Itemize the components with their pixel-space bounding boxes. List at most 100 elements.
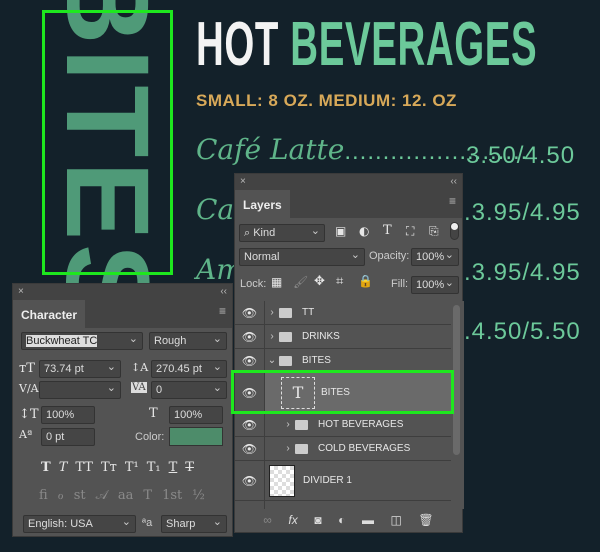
filter-kind-select[interactable]: ⌕ Kind [239, 224, 325, 242]
swash-button[interactable]: 𝒜 [96, 488, 108, 503]
chevron-right-icon[interactable]: › [265, 307, 279, 318]
eye-icon[interactable]: 👁 [235, 461, 265, 500]
language-select[interactable]: English: USA [23, 515, 136, 533]
filter-type-icon[interactable]: T [383, 223, 392, 238]
vertical-scale-field[interactable]: 100% [41, 406, 95, 424]
chevron-right-icon[interactable]: › [281, 443, 295, 454]
layer-row[interactable]: 👁 DIVIDER 1 [235, 461, 451, 501]
menu-title: HOT BEVERAGES [196, 14, 537, 76]
fill-field[interactable]: 100% [411, 276, 459, 294]
eye-icon[interactable]: 👁 [235, 413, 265, 436]
old-style-button[interactable]: ℴ [58, 488, 64, 503]
filter-smart-object-icon[interactable]: ⎘ [429, 224, 439, 239]
adjustment-icon[interactable]: ◐ [338, 513, 345, 527]
superscript-button[interactable]: T¹ [125, 460, 139, 475]
scrollbar[interactable] [453, 305, 460, 455]
filter-adjustment-icon[interactable]: ◐ [359, 224, 369, 238]
close-button[interactable]: × [240, 176, 246, 187]
character-panel: × ‹‹ Character ≡ Buckwheat TC Rough ᴛT 73.… [12, 283, 233, 537]
chevron-right-icon[interactable]: › [265, 331, 279, 342]
collapse-button[interactable]: ‹‹ [220, 286, 227, 297]
underline-button[interactable]: T [169, 460, 178, 475]
menu-item-price: 3.50/4.50 [466, 142, 576, 169]
leading-field[interactable]: 270.45 pt [151, 360, 227, 378]
lock-all-icon[interactable]: 🔒 [358, 274, 373, 288]
panel-menu-icon[interactable]: ≡ [213, 304, 232, 328]
layer-row[interactable]: 👁 › HOT BEVERAGES [235, 413, 451, 437]
baseline-shift-field[interactable]: 0 pt [41, 428, 95, 446]
eye-icon[interactable]: 👁 [235, 325, 265, 348]
antialias-select[interactable]: Sharp [161, 515, 227, 533]
strikethrough-button[interactable]: T [185, 460, 194, 475]
tracking-icon: VA [131, 382, 147, 393]
discretionary-ligatures-button[interactable]: st [74, 488, 86, 503]
layer-row[interactable]: 👁 › TT [235, 301, 451, 325]
mask-icon[interactable]: ◙ [314, 513, 321, 527]
folder-icon[interactable]: ▬ [362, 513, 374, 527]
faux-italic-button[interactable]: T [59, 460, 68, 475]
horizontal-scale-icon: T [149, 406, 158, 421]
filter-shape-icon[interactable]: ⛶ [406, 224, 414, 239]
layer-row[interactable] [235, 501, 451, 509]
titling-button[interactable]: T [143, 488, 152, 503]
trash-icon[interactable]: 🗑 [418, 513, 433, 527]
layer-row[interactable]: 👁 › COLD BEVERAGES [235, 437, 451, 461]
lock-image-icon[interactable]: 🖌 [293, 275, 308, 289]
eye-icon[interactable]: 👁 [235, 301, 265, 324]
collapse-button[interactable]: ‹‹ [450, 176, 457, 187]
kerning-field[interactable] [39, 381, 121, 399]
tracking-field[interactable]: 0 [151, 381, 227, 399]
menu-item-name: Ca [196, 193, 235, 226]
fx-icon[interactable]: fx [288, 513, 297, 527]
search-icon: ⌕ [244, 227, 254, 239]
panel-menu-icon[interactable]: ≡ [443, 194, 462, 218]
tab-character[interactable]: Character [13, 300, 86, 328]
antialias-icon: ªa [142, 517, 153, 529]
blend-mode-select[interactable]: Normal [239, 248, 365, 266]
eye-icon[interactable]: 👁 [235, 349, 265, 372]
title-hot: HOT [196, 10, 280, 79]
horizontal-scale-field[interactable]: 100% [169, 406, 223, 424]
font-size-icon: ᴛT [19, 361, 35, 376]
opentype-buttons: fi ℴ st 𝒜 aa T 1st ½ [39, 488, 205, 503]
layer-row[interactable]: 👁 › DRINKS [235, 325, 451, 349]
font-family-select[interactable]: Buckwheat TC [21, 332, 143, 350]
lock-transparent-icon[interactable]: ▦ [271, 275, 282, 289]
small-caps-button[interactable]: Tт [101, 460, 117, 475]
subscript-button[interactable]: T₁ [147, 460, 161, 475]
faux-bold-button[interactable]: T [41, 460, 51, 475]
new-layer-icon[interactable]: ◫ [391, 513, 402, 527]
filter-pixel-icon[interactable]: ▣ [335, 224, 346, 238]
chevron-right-icon[interactable]: › [281, 419, 295, 430]
menu-item-price: .3.95/4.95 [464, 199, 581, 226]
vertical-scale-icon: ↕T [19, 407, 39, 422]
folder-icon [295, 419, 308, 430]
font-style-select[interactable]: Rough [149, 332, 227, 350]
layers-panel: × ‹‹ Layers ≡ ⌕ Kind ▣ ◐ T ⛶ ⎘ Normal Opac… [234, 173, 464, 533]
lock-label: Lock: [240, 278, 267, 290]
tab-layers[interactable]: Layers [235, 190, 290, 218]
selection-highlight-bites [42, 10, 173, 275]
title-beverages: BEVERAGES [290, 10, 538, 79]
filter-toggle[interactable] [450, 222, 459, 240]
opacity-field[interactable]: 100% [411, 248, 459, 266]
style-buttons: T T TT Tт T¹ T₁ T T [41, 460, 194, 475]
ligatures-button[interactable]: fi [39, 488, 48, 503]
font-size-field[interactable]: 73.74 pt [39, 360, 121, 378]
lock-position-icon[interactable]: ✥ [314, 274, 325, 289]
eye-icon[interactable]: 👁 [235, 437, 265, 460]
menu-item-price: .3.95/4.95 [464, 259, 581, 286]
fractions-button[interactable]: ½ [192, 488, 205, 503]
folder-icon [279, 331, 292, 342]
fill-label: Fill: [391, 278, 409, 290]
link-icon[interactable]: ∞ [263, 513, 272, 527]
lock-artboard-icon[interactable]: ⌗ [336, 274, 343, 289]
all-caps-button[interactable]: TT [75, 460, 93, 475]
ordinals-button[interactable]: 1st [162, 488, 182, 503]
close-button[interactable]: × [18, 286, 24, 297]
folder-icon [295, 443, 308, 454]
chevron-down-icon[interactable]: ⌄ [265, 355, 279, 366]
opacity-label: Opacity: [369, 250, 410, 262]
color-swatch[interactable] [169, 427, 223, 446]
stylistic-alternates-button[interactable]: aa [118, 488, 134, 503]
